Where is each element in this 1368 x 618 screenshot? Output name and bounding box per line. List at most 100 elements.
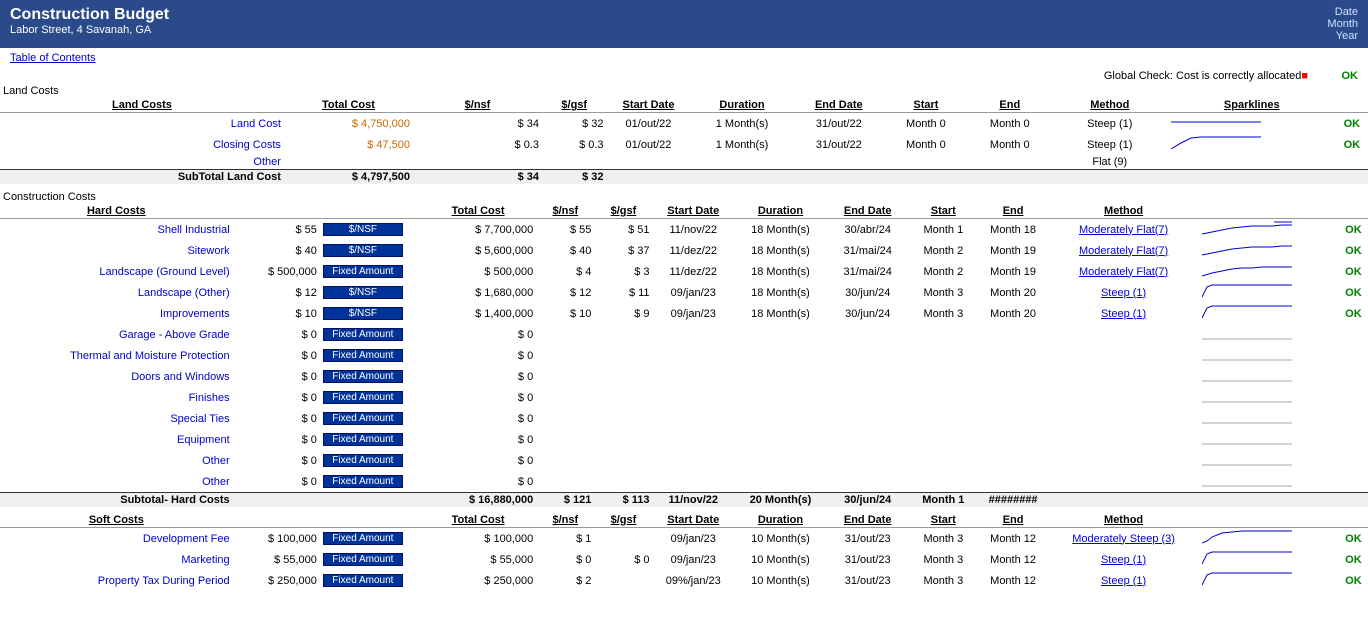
marketing-btn[interactable]: Fixed Amount [323, 553, 403, 566]
property-tax-duration: 10 Month(s) [734, 570, 827, 591]
improvements-btn[interactable]: $/NSF [323, 307, 403, 320]
shell-method[interactable]: Moderately Flat(7) [1048, 219, 1199, 241]
thermal-input[interactable]: Fixed Amount [320, 345, 420, 366]
construction-title: Construction Costs [0, 190, 1368, 204]
land-cost-ok: OK [1336, 113, 1368, 135]
sitework-method[interactable]: Moderately Flat(7) [1048, 240, 1199, 261]
year-label: Year [1327, 30, 1358, 42]
thermal-total: $ 0 [420, 345, 536, 366]
red-dot-icon: ■ [1301, 70, 1308, 82]
doors-windows-input[interactable]: Fixed Amount [320, 366, 420, 387]
finishes-btn[interactable]: Fixed Amount [323, 391, 403, 404]
special-ties-btn[interactable]: Fixed Amount [323, 412, 403, 425]
improvements-input[interactable]: $/NSF [320, 303, 420, 324]
garage-sparkline [1199, 324, 1339, 345]
property-tax-btn[interactable]: Fixed Amount [323, 574, 403, 587]
shell-ok: OK [1339, 219, 1368, 241]
marketing-method-link[interactable]: Steep (1) [1101, 554, 1146, 566]
special-ties-name: Special Ties [0, 408, 233, 429]
landscape-ground-method-link[interactable]: Moderately Flat(7) [1079, 266, 1168, 278]
dev-fee-btn[interactable]: Fixed Amount [323, 532, 403, 545]
col-header-end: End [968, 98, 1052, 113]
landscape-other-method-link[interactable]: Steep (1) [1101, 287, 1146, 299]
doors-windows-btn[interactable]: Fixed Amount [323, 370, 403, 383]
property-tax-method-link[interactable]: Steep (1) [1101, 575, 1146, 587]
closing-costs-duration: 1 Month(s) [690, 134, 793, 155]
main-container: Construction Budget Labor Street, 4 Sava… [0, 0, 1368, 591]
landscape-other-input[interactable]: $/NSF [320, 282, 420, 303]
improvements-method-link[interactable]: Steep (1) [1101, 308, 1146, 320]
hc-subtotal-end-month: ######## [978, 493, 1048, 508]
closing-costs-start: 01/out/22 [607, 134, 691, 155]
shell-end-date: 30/abr/24 [827, 219, 908, 241]
land-costs-section-header: Land Costs [0, 84, 1368, 98]
hc-other1-total: $ 0 [420, 450, 536, 471]
property-tax-amount: $ 250,000 [233, 570, 320, 591]
shell-method-link[interactable]: Moderately Flat(7) [1079, 224, 1168, 236]
shell-total: $ 7,700,000 [420, 219, 536, 241]
thermal-sparkline [1199, 345, 1339, 366]
landscape-other-btn[interactable]: $/NSF [323, 286, 403, 299]
shell-nsf-btn[interactable]: $/NSF [323, 223, 403, 236]
landscape-ground-duration: 18 Month(s) [734, 261, 827, 282]
dev-fee-sparkline [1199, 528, 1339, 550]
dev-fee-input[interactable]: Fixed Amount [320, 528, 420, 550]
sitework-nsf: $ 40 [536, 240, 594, 261]
improvements-method[interactable]: Steep (1) [1048, 303, 1199, 324]
marketing-input[interactable]: Fixed Amount [320, 549, 420, 570]
landscape-other-amount: $ 12 [233, 282, 320, 303]
property-tax-input[interactable]: Fixed Amount [320, 570, 420, 591]
col-header-total: Total Cost [284, 98, 413, 113]
garage-input[interactable]: Fixed Amount [320, 324, 420, 345]
thermal-btn[interactable]: Fixed Amount [323, 349, 403, 362]
col-header-method: Method [1052, 98, 1168, 113]
hc-other2-btn[interactable]: Fixed Amount [323, 475, 403, 488]
toc-link[interactable]: Table of Contents [10, 52, 96, 64]
equipment-input[interactable]: Fixed Amount [320, 429, 420, 450]
marketing-start: 09/jan/23 [653, 549, 734, 570]
improvements-start: 09/jan/23 [653, 303, 734, 324]
garage-btn[interactable]: Fixed Amount [323, 328, 403, 341]
marketing-method[interactable]: Steep (1) [1048, 549, 1199, 570]
finishes-input[interactable]: Fixed Amount [320, 387, 420, 408]
equipment-btn[interactable]: Fixed Amount [323, 433, 403, 446]
sitework-method-link[interactable]: Moderately Flat(7) [1079, 245, 1168, 257]
landscape-other-ok: OK [1339, 282, 1368, 303]
landscape-ground-sparkline [1199, 261, 1339, 282]
landscape-ground-btn[interactable]: Fixed Amount [323, 265, 403, 278]
dev-fee-method-link[interactable]: Moderately Steep (3) [1072, 533, 1175, 545]
land-cost-start: 01/out/22 [607, 113, 691, 135]
shell-name: Shell Industrial [0, 219, 233, 241]
sc-col-gsf: $/gsf [594, 513, 652, 528]
land-cost-gsf: $ 32 [542, 113, 607, 135]
hc-col-method: Method [1048, 204, 1199, 219]
garage-name: Garage - Above Grade [0, 324, 233, 345]
shell-input-type[interactable]: $/NSF [320, 219, 420, 241]
property-tax-method[interactable]: Steep (1) [1048, 570, 1199, 591]
hc-other1-btn[interactable]: Fixed Amount [323, 454, 403, 467]
land-cost-sparkline [1168, 113, 1336, 135]
equipment-total: $ 0 [420, 429, 536, 450]
dev-fee-method[interactable]: Moderately Steep (3) [1048, 528, 1199, 550]
hard-costs-header: Hard Costs Total Cost $/nsf $/gsf Start … [0, 204, 1368, 219]
shell-duration: 18 Month(s) [734, 219, 827, 241]
hc-other1-name: Other [0, 450, 233, 471]
sitework-nsf-btn[interactable]: $/NSF [323, 244, 403, 257]
hc-other1-input[interactable]: Fixed Amount [320, 450, 420, 471]
sitework-input-type[interactable]: $/NSF [320, 240, 420, 261]
marketing-name: Marketing [0, 549, 233, 570]
sitework-row: Sitework $ 40 $/NSF $ 5,600,000 $ 40 $ 3… [0, 240, 1368, 261]
hc-other2-input[interactable]: Fixed Amount [320, 471, 420, 493]
property-tax-start: 09%/jan/23 [653, 570, 734, 591]
construction-section-header: Construction Costs [0, 190, 1368, 204]
hc-other2-name: Other [0, 471, 233, 493]
landscape-ground-method[interactable]: Moderately Flat(7) [1048, 261, 1199, 282]
equipment-amount: $ 0 [233, 429, 320, 450]
thermal-name: Thermal and Moisture Protection [0, 345, 233, 366]
special-ties-input[interactable]: Fixed Amount [320, 408, 420, 429]
closing-costs-total: $ 47,500 [284, 134, 413, 155]
landscape-ground-input[interactable]: Fixed Amount [320, 261, 420, 282]
landscape-other-end-month: Month 20 [978, 282, 1048, 303]
landscape-other-method[interactable]: Steep (1) [1048, 282, 1199, 303]
landscape-ground-name: Landscape (Ground Level) [0, 261, 233, 282]
